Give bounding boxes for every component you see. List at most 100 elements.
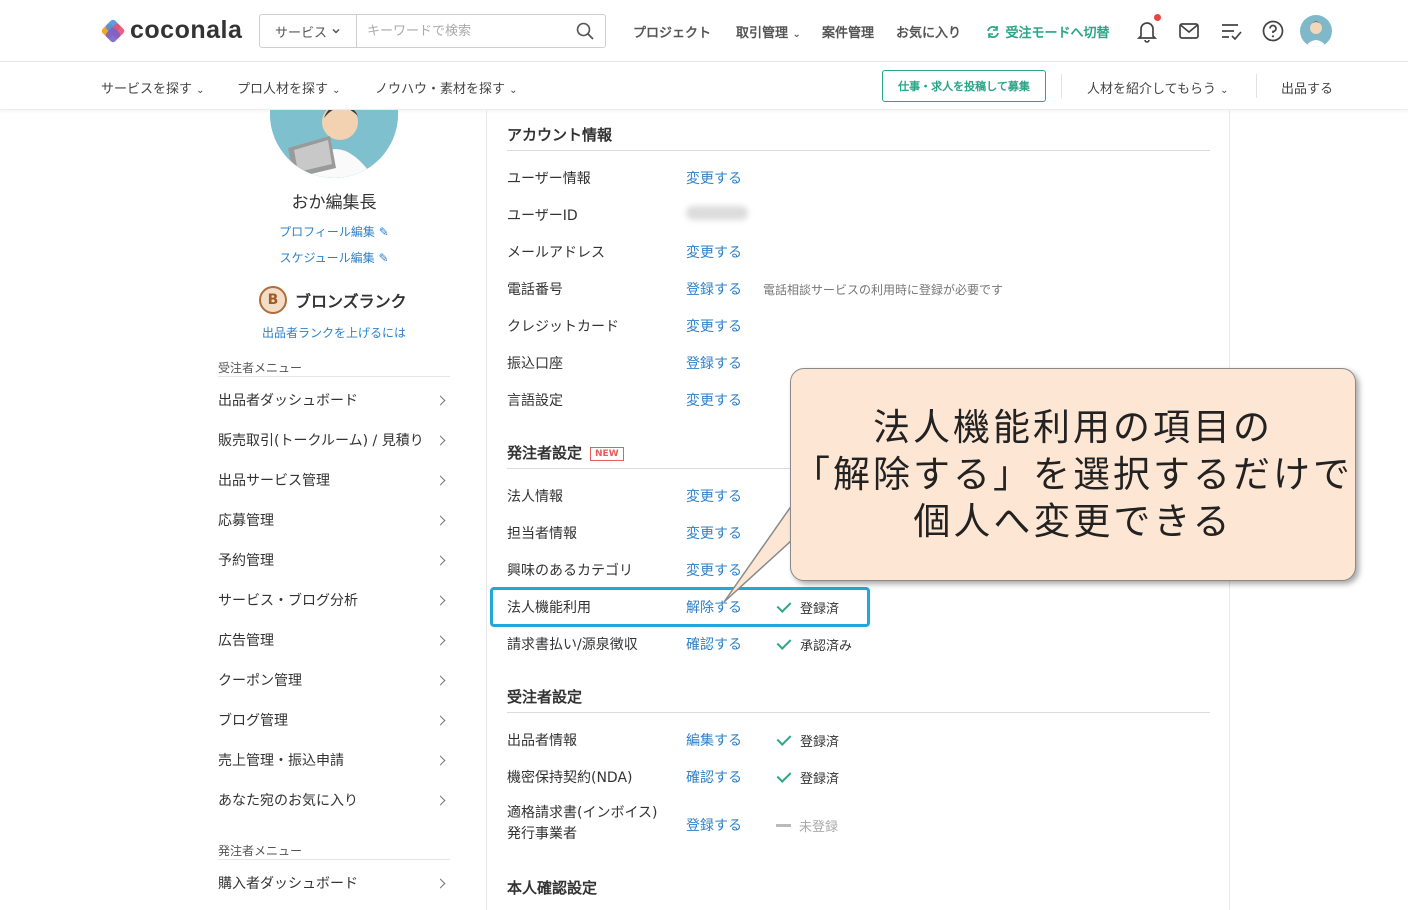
subnav-find-pro[interactable]: プロ人材を探す ⌄: [237, 78, 341, 97]
sidebar-menu-item[interactable]: 出品サービス管理: [218, 460, 450, 500]
mode-switch-link[interactable]: 受注モードへ切替: [985, 22, 1110, 41]
identity-settings-title: 本人確認設定: [507, 879, 598, 897]
sidebar-menu-item[interactable]: あなた宛のお気に入り: [218, 780, 450, 820]
chevron-down-icon: ⌄: [1220, 85, 1229, 96]
sidebar-menu-item[interactable]: サービス・ブログ分析: [218, 580, 450, 620]
rank-label: ブロンズランク: [295, 292, 407, 311]
invoice-register-link[interactable]: 登録する: [686, 815, 742, 835]
sidebar-menu-item[interactable]: 広告管理: [218, 620, 450, 660]
rank-up-link[interactable]: 出品者ランクを上げるには: [240, 324, 428, 341]
chevron-down-icon: ⌄: [332, 85, 341, 96]
help-icon[interactable]: [1260, 18, 1286, 44]
sidebar-menu-item-label: 販売取引(トークルーム) / 見積り: [218, 433, 424, 449]
settings-row-label: 機密保持契約(NDA): [507, 770, 633, 786]
subnav-find-service[interactable]: サービスを探す ⌄: [101, 78, 205, 97]
nav-cases[interactable]: 案件管理: [822, 22, 874, 41]
invoice-status: 未登録: [776, 816, 838, 835]
settings-row-label: 法人情報: [507, 489, 563, 505]
sidebar-menu-item-label: 売上管理・振込申請: [218, 753, 344, 769]
settings-row-status: 登録済: [776, 731, 839, 750]
bell-icon[interactable]: [1134, 18, 1160, 44]
subnav-introduce[interactable]: 人材を紹介してもらう ⌄: [1087, 78, 1229, 97]
chevron-right-icon: [435, 755, 446, 765]
user-name: おか編集長: [291, 193, 377, 213]
schedule-edit-label: スケジュール編集: [279, 251, 375, 265]
settings-row-status: 登録済: [776, 768, 839, 787]
search-icon[interactable]: [565, 21, 605, 41]
coconala-logo[interactable]: coconala: [100, 16, 242, 45]
nav-transactions-label: 取引管理: [736, 26, 789, 41]
subnav-knowhow[interactable]: ノウハウ・素材を探す ⌄: [375, 78, 518, 97]
chevron-right-icon: [435, 715, 446, 725]
nav-favorites[interactable]: お気に入り: [896, 22, 961, 41]
settings-row-action-link[interactable]: 登録する: [686, 353, 742, 373]
invoice-issuer-label-line1: 適格請求書(インボイス): [507, 805, 658, 821]
chevron-down-icon: ⌄: [509, 85, 518, 96]
sidebar-menu-item[interactable]: クーポン管理: [218, 660, 450, 700]
settings-row-label: クレジットカード: [507, 319, 619, 335]
subnav-sell[interactable]: 出品する: [1281, 78, 1333, 97]
bronze-rank-icon: B: [259, 286, 287, 314]
sidebar-menu-item[interactable]: 売上管理・振込申請: [218, 740, 450, 780]
profile-edit-link[interactable]: プロフィール編集 ✎: [240, 223, 428, 240]
invoice-issuer-label: 適格請求書(インボイス) 発行事業者: [507, 803, 658, 845]
settings-row-action-link[interactable]: 確認する: [686, 767, 742, 787]
settings-row-action-link[interactable]: 登録する: [686, 279, 742, 299]
settings-row-status-label: 登録済: [800, 772, 840, 787]
post-job-button[interactable]: 仕事・求人を投稿して募集: [882, 70, 1046, 102]
settings-row-label: ユーザーID: [507, 208, 578, 224]
annotation-callout: 法人機能利用の項目の 「解除する」を選択するだけで 個人へ変更できる: [790, 368, 1356, 581]
check-icon: [776, 731, 792, 746]
settings-row-action-link[interactable]: 編集する: [686, 730, 742, 750]
subnav-find-service-label: サービスを探す: [101, 82, 193, 97]
divider: [1061, 74, 1062, 98]
check-icon: [776, 635, 792, 650]
settings-row-status-label: 登録済: [800, 735, 840, 750]
schedule-edit-link[interactable]: スケジュール編集 ✎: [240, 249, 428, 266]
edit-icon: ✎: [378, 225, 389, 239]
check-icon: [776, 768, 792, 783]
sidebar-menu-item[interactable]: 販売取引(トークルーム) / 見積り: [218, 420, 450, 460]
sidebar-menu-item[interactable]: 応募管理: [218, 500, 450, 540]
profile-avatar[interactable]: [270, 110, 398, 178]
refresh-icon: [987, 26, 999, 38]
chevron-right-icon: [435, 515, 446, 525]
invoice-status-label: 未登録: [799, 820, 839, 835]
seller-settings-title: 受注者設定: [507, 688, 583, 706]
callout-line2: 「解除する」を選択するだけで: [793, 453, 1353, 496]
sidebar-menu-item-label: 予約管理: [218, 553, 274, 569]
settings-row-action-link[interactable]: 変更する: [686, 168, 742, 188]
search-bar: サービス: [259, 14, 606, 48]
settings-row-action-link[interactable]: 変更する: [686, 242, 742, 262]
sidebar-menu-item-label: サービス・ブログ分析: [218, 593, 358, 609]
user-id-value: [686, 206, 748, 220]
sidebar-menu-item-label: 出品サービス管理: [218, 473, 330, 489]
nav-transactions[interactable]: 取引管理 ⌄: [736, 22, 801, 41]
mail-icon[interactable]: [1176, 18, 1202, 44]
settings-row-action-link[interactable]: 変更する: [686, 316, 742, 336]
user-avatar[interactable]: [1300, 15, 1332, 47]
dash-icon: [776, 824, 791, 827]
search-category-label: サービス: [274, 25, 327, 41]
sub-navigation: サービスを探す ⌄ プロ人材を探す ⌄ ノウハウ・素材を探す ⌄ 仕事・求人を投…: [0, 62, 1408, 110]
account-info-title: アカウント情報: [507, 126, 613, 144]
sidebar-menu-item[interactable]: 出品者ダッシュボード: [218, 380, 450, 420]
settings-row-label: 担当者情報: [507, 526, 577, 542]
chevron-right-icon: [435, 395, 446, 405]
settings-row-status: 承認済み: [776, 635, 852, 654]
chevron-down-icon: ⌄: [792, 29, 801, 40]
corporate-feature-highlight: [490, 587, 870, 627]
search-category-select[interactable]: サービス: [260, 15, 357, 47]
sidebar-menu-item[interactable]: 予約管理: [218, 540, 450, 580]
nav-project[interactable]: プロジェクト: [633, 22, 711, 41]
sidebar-menu-item-label: 広告管理: [218, 633, 274, 649]
settings-row-status-label: 承認済み: [800, 639, 853, 654]
logo-mark-icon: [100, 18, 126, 43]
task-list-icon[interactable]: [1218, 18, 1244, 44]
sidebar-menu-item[interactable]: ブログ管理: [218, 700, 450, 740]
settings-row-action-link[interactable]: 確認する: [686, 634, 742, 654]
sidebar-menu-item-label: 購入者ダッシュボード: [218, 876, 358, 892]
settings-row-action-link[interactable]: 変更する: [686, 390, 742, 410]
search-input[interactable]: [357, 15, 565, 47]
sidebar-menu-item[interactable]: 購入者ダッシュボード: [218, 863, 450, 903]
